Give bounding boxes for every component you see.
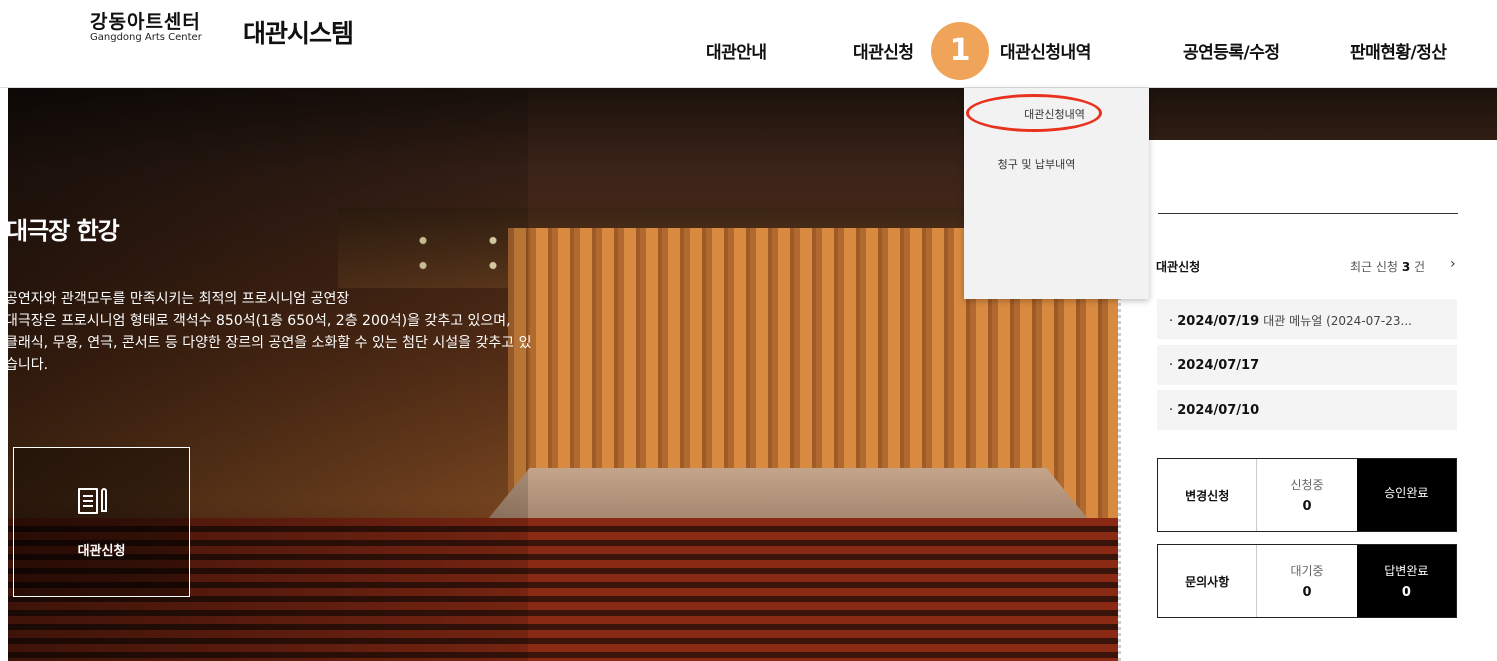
change-request-label: 변경신청	[1158, 459, 1258, 531]
nav-sales-settlement[interactable]: 판매현황/정산	[1350, 38, 1447, 63]
nav-rental-apply[interactable]: 대관신청	[853, 38, 914, 63]
logo-english: Gangdong Arts Center	[90, 32, 202, 43]
logo-korean: 강동아트센터	[90, 11, 201, 33]
request-item[interactable]: · 2024/07/19 대관 메뉴얼 (2024-07-23...	[1157, 299, 1457, 339]
request-item[interactable]: · 2024/07/17	[1157, 345, 1457, 385]
recent-count: 최근 신청 3 건	[1350, 260, 1426, 274]
hall-title: 대극장 한강	[6, 217, 120, 245]
inquiry-status[interactable]: 문의사항 대기중 0 답변완료 0	[1157, 544, 1457, 618]
change-pending: 신청중 0	[1290, 478, 1324, 514]
section-title: 대관신청	[1156, 260, 1201, 274]
step-badge: 1	[931, 22, 989, 80]
inquiry-waiting: 대기중 0	[1290, 564, 1324, 600]
pen-icon	[101, 488, 107, 512]
nav-rental-history[interactable]: 대관신청내역	[1000, 38, 1091, 63]
nav-performance-register[interactable]: 공연등록/수정	[1183, 38, 1280, 63]
nav-rental-info[interactable]: 대관안내	[706, 38, 767, 63]
change-request-status[interactable]: 변경신청 신청중 0 승인완료	[1157, 458, 1457, 532]
highlight-ellipse	[966, 94, 1102, 132]
hall-desc-line-2: 대극장은 프로시니엄 형태로 객석수 850석(1층 650석, 2층 200석…	[5, 313, 511, 329]
panel-divider	[1158, 213, 1458, 214]
change-approved: 승인완료	[1356, 459, 1456, 531]
site-header: 강동아트센터 Gangdong Arts Center 대관시스템 대관안내 대…	[0, 0, 1497, 88]
document-icon	[78, 488, 98, 514]
hall-desc-line-3: 클래식, 무용, 연극, 콘서트 등 다양한 장르의 공연을 소화할 수 있는 …	[5, 335, 532, 351]
hall-desc-line-4: 습니다.	[5, 357, 49, 373]
request-item[interactable]: · 2024/07/10	[1157, 390, 1457, 430]
inquiry-label: 문의사항	[1158, 545, 1258, 617]
dropdown-item-billing-payment[interactable]: 청구 및 납부내역	[944, 156, 1129, 172]
rental-apply-button[interactable]	[13, 447, 190, 597]
hall-desc-line-1: 공연자와 관객모두를 만족시키는 최적의 프로시니엄 공연장	[5, 291, 350, 307]
system-title: 대관시스템	[243, 19, 354, 48]
rental-apply-label: 대관신청	[77, 544, 126, 559]
logo[interactable]: 강동아트센터 Gangdong Arts Center	[90, 12, 215, 44]
inquiry-answered: 답변완료 0	[1356, 545, 1456, 617]
chevron-right-icon[interactable]: ›	[1450, 256, 1456, 272]
